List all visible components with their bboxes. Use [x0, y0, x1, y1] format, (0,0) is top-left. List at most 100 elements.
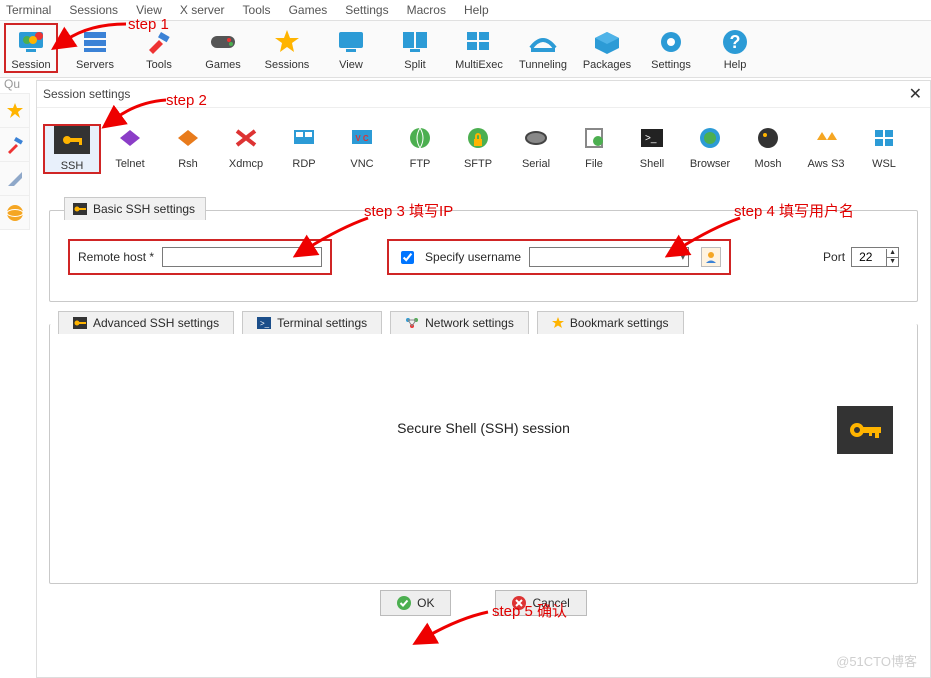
- ftp-icon: [402, 124, 438, 152]
- type-label: Xdmcp: [229, 158, 263, 170]
- toolbar-label: Settings: [651, 59, 691, 71]
- type-label: Mosh: [755, 158, 782, 170]
- type-rdp[interactable]: RDP: [275, 124, 333, 174]
- type-wsl[interactable]: WSL: [855, 124, 913, 174]
- sidetab-macros[interactable]: [0, 162, 29, 196]
- rsh-icon: [170, 124, 206, 152]
- type-xdmcp[interactable]: Xdmcp: [217, 124, 275, 174]
- type-rsh[interactable]: Rsh: [159, 124, 217, 174]
- toolbar-session-button[interactable]: Session: [4, 23, 58, 73]
- menu-sessions[interactable]: Sessions: [67, 2, 120, 18]
- type-ftp[interactable]: FTP: [391, 124, 449, 174]
- split-icon: [400, 27, 430, 57]
- monitor-icon: [336, 27, 366, 57]
- type-sftp[interactable]: SFTP: [449, 124, 507, 174]
- dialog-titlebar: Session settings ✕: [37, 81, 930, 108]
- type-serial[interactable]: Serial: [507, 124, 565, 174]
- type-file[interactable]: File: [565, 124, 623, 174]
- type-label: Serial: [522, 158, 550, 170]
- cancel-x-icon: [512, 596, 526, 610]
- toolbar-servers-button[interactable]: Servers: [68, 25, 122, 73]
- specify-username-checkbox[interactable]: [401, 251, 414, 264]
- toolbar-label: MultiExec: [455, 59, 503, 71]
- tools-icon: [144, 27, 174, 57]
- type-browser[interactable]: Browser: [681, 124, 739, 174]
- cancel-button[interactable]: Cancel: [495, 590, 586, 616]
- rdp-icon: [286, 124, 322, 152]
- star-icon: [272, 27, 302, 57]
- type-label: Browser: [690, 158, 730, 170]
- packages-icon: [592, 27, 622, 57]
- basic-ssh-legend: Basic SSH settings: [64, 197, 206, 220]
- menu-macros[interactable]: Macros: [405, 2, 448, 18]
- toolbar-help-button[interactable]: ? Help: [708, 25, 762, 73]
- side-tabs: [0, 94, 30, 230]
- toolbar-sessions-button[interactable]: Sessions: [260, 25, 314, 73]
- monitor-new-icon: [16, 27, 46, 57]
- menu-tools[interactable]: Tools: [241, 2, 273, 18]
- toolbar-tools-button[interactable]: Tools: [132, 25, 186, 73]
- advanced-tabs-panel: Advanced SSH settings >_ Terminal settin…: [49, 324, 918, 584]
- type-vnc[interactable]: V CVNC: [333, 124, 391, 174]
- chevron-down-icon: ▾: [681, 252, 686, 263]
- type-label: SFTP: [464, 158, 492, 170]
- key-icon: [54, 126, 90, 154]
- toolbar-label: Tools: [146, 59, 172, 71]
- toolbar-view-button[interactable]: View: [324, 25, 378, 73]
- svg-text:?: ?: [730, 32, 741, 52]
- type-shell[interactable]: >_ Shell: [623, 124, 681, 174]
- port-field: Port ▲▼: [823, 247, 899, 267]
- shell-icon: >_: [634, 124, 670, 152]
- sidetab-favorites[interactable]: [0, 94, 29, 128]
- browser-icon: [692, 124, 728, 152]
- main-toolbar: Session Servers Tools Games Sessions Vie…: [0, 21, 931, 78]
- remote-host-label: Remote host *: [78, 250, 154, 264]
- port-label: Port: [823, 250, 845, 264]
- svg-text:V C: V C: [355, 134, 369, 143]
- gamepad-icon: [208, 27, 238, 57]
- telnet-icon: [112, 124, 148, 152]
- username-combo[interactable]: ▾: [529, 247, 689, 267]
- toolbar-label: Sessions: [265, 59, 310, 71]
- ok-button[interactable]: OK: [380, 590, 451, 616]
- type-aws[interactable]: Aws S3: [797, 124, 855, 174]
- servers-icon: [80, 27, 110, 57]
- toolbar-games-button[interactable]: Games: [196, 25, 250, 73]
- toolbar-label: Games: [205, 59, 240, 71]
- menu-help[interactable]: Help: [462, 2, 491, 18]
- menu-xserver[interactable]: X server: [178, 2, 227, 18]
- serial-icon: [518, 124, 554, 152]
- toolbar-packages-button[interactable]: Packages: [580, 25, 634, 73]
- menu-settings[interactable]: Settings: [343, 2, 390, 18]
- quick-connect-field[interactable]: Qu: [0, 76, 30, 94]
- type-mosh[interactable]: Mosh: [739, 124, 797, 174]
- sidetab-sftp[interactable]: [0, 196, 29, 230]
- toolbar-tunneling-button[interactable]: Tunneling: [516, 25, 570, 73]
- help-icon: ?: [720, 27, 750, 57]
- port-spinner[interactable]: ▲▼: [851, 247, 899, 267]
- session-settings-dialog: Session settings ✕ SSH Telnet Rsh Xdmcp …: [36, 80, 931, 678]
- username-box: Specify username ▾: [387, 239, 731, 275]
- port-input[interactable]: [856, 248, 886, 266]
- type-label: RDP: [292, 158, 315, 170]
- toolbar-label: View: [339, 59, 363, 71]
- type-ssh[interactable]: SSH: [43, 124, 101, 174]
- menu-view[interactable]: View: [134, 2, 164, 18]
- session-key-badge: [837, 406, 893, 454]
- type-label: SSH: [61, 160, 84, 172]
- toolbar-multiexec-button[interactable]: MultiExec: [452, 25, 506, 73]
- type-label: Shell: [640, 158, 664, 170]
- spin-buttons[interactable]: ▲▼: [886, 249, 898, 266]
- type-telnet[interactable]: Telnet: [101, 124, 159, 174]
- sidetab-tools[interactable]: [0, 128, 29, 162]
- toolbar-split-button[interactable]: Split: [388, 25, 442, 73]
- menu-terminal[interactable]: Terminal: [4, 2, 53, 18]
- sftp-icon: [460, 124, 496, 152]
- gear-icon: [656, 27, 686, 57]
- key-icon: [73, 203, 87, 215]
- users-browse-button[interactable]: [701, 247, 721, 267]
- menu-games[interactable]: Games: [287, 2, 330, 18]
- remote-host-input[interactable]: [162, 247, 322, 267]
- close-icon[interactable]: ✕: [909, 84, 922, 104]
- toolbar-settings-button[interactable]: Settings: [644, 25, 698, 73]
